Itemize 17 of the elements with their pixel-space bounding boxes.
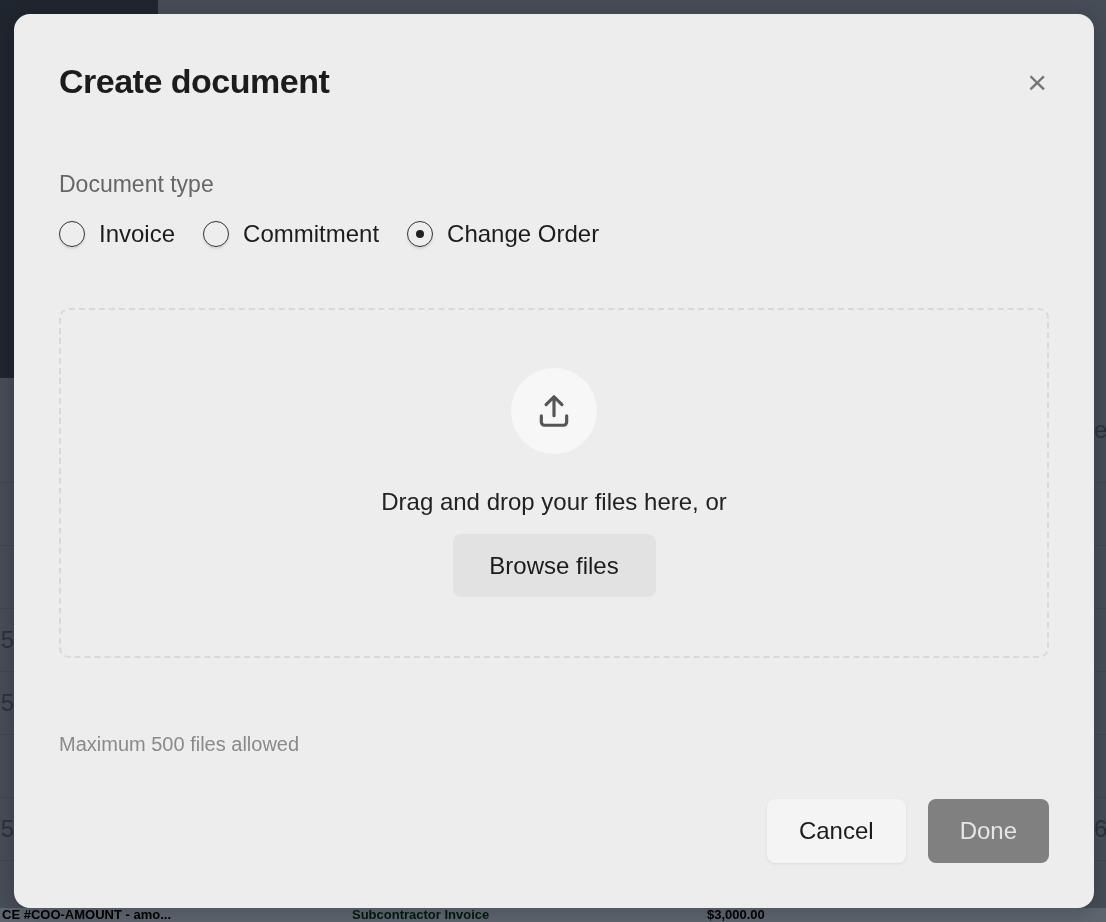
radio-label: Change Order [447,220,600,248]
radio-label: Commitment [243,220,380,248]
radio-option[interactable]: Commitment [203,220,380,248]
cancel-button[interactable]: Cancel [766,799,906,863]
close-button[interactable]: × [1025,64,1049,99]
browse-files-button[interactable]: Browse files [452,534,656,597]
table-cell-text: CE #COO-AMOUNT - amo... [2,908,172,922]
dialog-title: Create document [59,62,330,101]
dropzone-prompt: Drag and drop your files here, or [381,488,727,516]
field-label: Document type [59,171,215,198]
table-cell-text: Subcontractor Invoice [352,908,491,922]
file-limit-note: Maximum 500 files allowed [59,733,301,756]
dropzone[interactable]: Drag and drop your files here, or Browse files [59,308,1049,658]
radio-option[interactable]: Change Order [407,220,600,248]
table-cell-text: $3,000.00 [707,908,766,922]
radio-label: Invoice [99,220,176,248]
radio-option[interactable]: Invoice [59,220,176,248]
